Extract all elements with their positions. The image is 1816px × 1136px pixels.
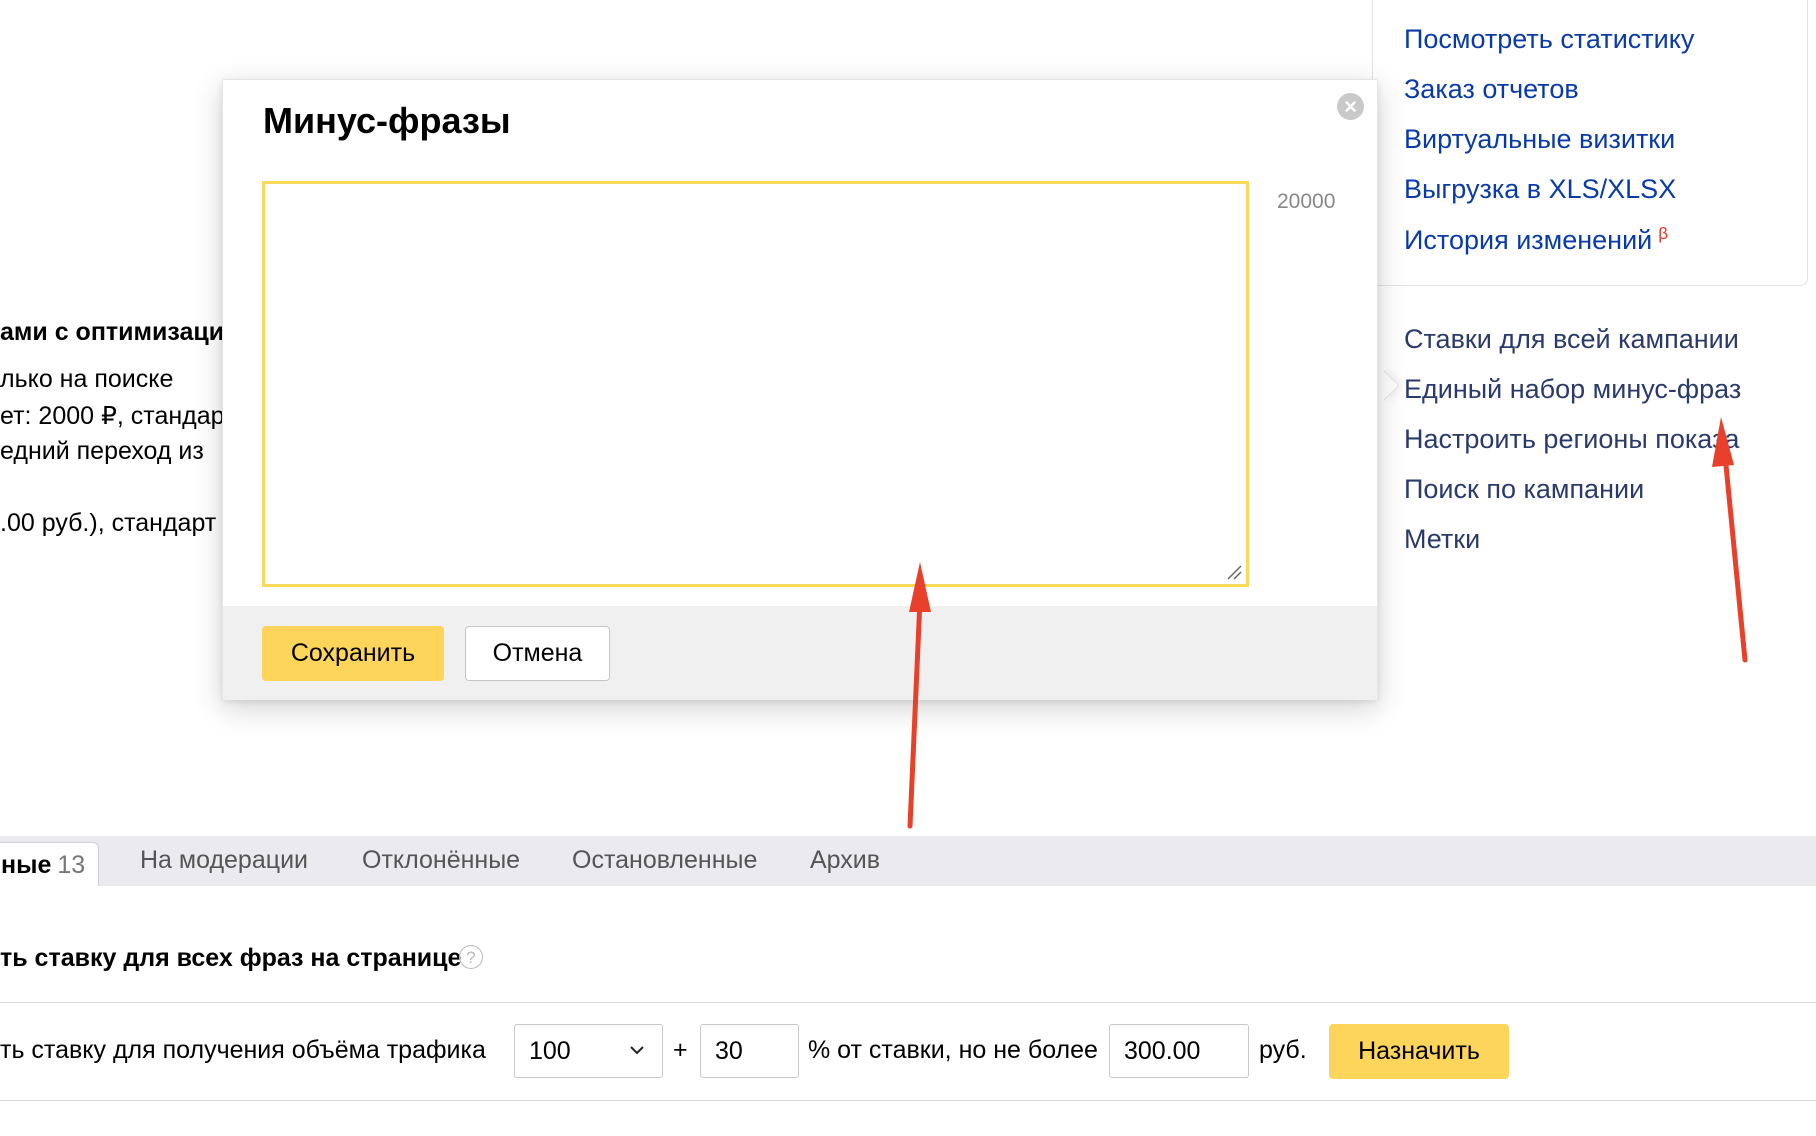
menu-link-vcards[interactable]: Виртуальные визитки [1404,124,1675,155]
menu-link-history[interactable]: История изменений β [1404,224,1668,256]
tab-stopped[interactable]: Остановленные [572,846,757,875]
char-counter: 20000 [1277,190,1336,213]
assign-button[interactable]: Назначить [1329,1024,1509,1079]
traffic-volume-select[interactable]: 100 [514,1024,663,1078]
action-labels[interactable]: Метки [1404,524,1480,555]
campaign-info-line: .00 руб.), стандарт [0,509,217,537]
percent-label: % от ставки, но не более [808,1036,1098,1064]
campaign-info-line: едний переход из [0,437,204,465]
bid-section-title: ть ставку для всех фраз на странице [0,944,462,972]
action-campaign-bids[interactable]: Ставки для всей кампании [1404,324,1739,355]
currency-label: руб. [1259,1036,1307,1064]
plus-sign: + [673,1036,688,1064]
cancel-button[interactable]: Отмена [465,626,610,681]
tab-active[interactable]: ные 13 [0,842,99,886]
dialog-footer: Сохранить Отмена [223,606,1377,700]
max-bid-input[interactable]: 300.00 [1109,1024,1249,1078]
close-icon[interactable]: × [1337,93,1364,120]
campaign-info-line: ет: 2000 ₽, стандар [0,402,225,430]
tab-rejected[interactable]: Отклонённые [362,846,520,875]
dialog-title: Минус-фразы [263,100,511,141]
traffic-bid-label: ть ставку для получения объёма трафика [0,1036,486,1064]
beta-badge: β [1658,224,1669,243]
tab-archive[interactable]: Архив [810,846,880,875]
percent-input[interactable]: 30 [700,1024,799,1078]
history-label[interactable]: История изменений [1404,225,1652,255]
tab-active-count: 13 [57,851,86,879]
menu-link-statistics[interactable]: Посмотреть статистику [1404,24,1694,55]
negative-keywords-textarea[interactable] [262,181,1249,587]
traffic-volume-value: 100 [529,1037,571,1065]
menu-link-export-xls[interactable]: Выгрузка в XLS/XLSX [1404,174,1676,205]
action-negative-keywords[interactable]: Единый набор минус-фраз [1404,374,1741,405]
action-regions[interactable]: Настроить регионы показа [1404,424,1739,455]
campaign-info-line: лько на поиске [0,365,174,393]
menu-link-reports[interactable]: Заказ отчетов [1404,74,1579,105]
tab-moderation[interactable]: На модерации [140,846,308,875]
chevron-down-icon [630,1046,644,1055]
divider [0,1002,1816,1003]
status-tabs: ные 13 На модерации Отклонённые Остановле… [0,836,1816,886]
negative-keywords-dialog: Минус-фразы × 20000 Сохранить Отмена [222,79,1378,700]
help-icon[interactable]: ? [459,945,483,969]
campaign-strategy-heading: ами с оптимизаци [0,318,225,346]
action-campaign-search[interactable]: Поиск по кампании [1404,474,1644,505]
save-button[interactable]: Сохранить [262,626,444,681]
divider [0,1100,1816,1101]
resize-grip-icon[interactable] [1225,563,1243,581]
tab-active-label: ные [1,851,52,879]
